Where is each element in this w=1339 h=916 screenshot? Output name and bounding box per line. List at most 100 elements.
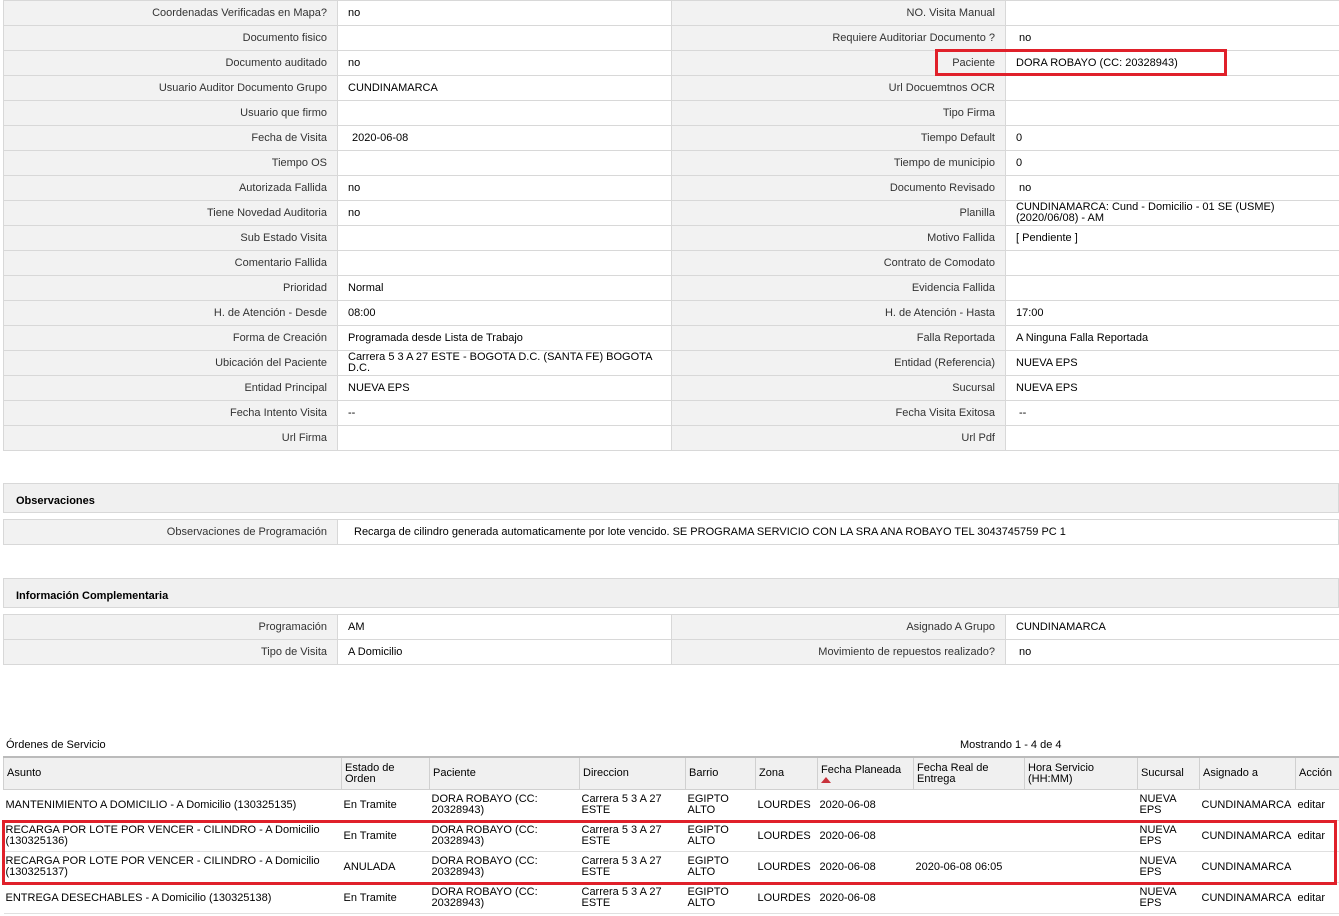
field-value-ubicacion-del-paciente: Carrera 5 3 A 27 ESTE - BOGOTA D.C. (SAN…: [337, 350, 672, 376]
field-value-url-pdf: [1005, 425, 1339, 451]
cell-barrio: EGIPTO ALTO: [685, 882, 756, 914]
column-header-paciente[interactable]: Paciente: [429, 756, 580, 790]
cell-fecha-real-de-entrega: [913, 820, 1025, 852]
column-header-sucursal[interactable]: Sucursal: [1137, 756, 1200, 790]
detail-row: Documento fisico Requiere Auditoriar Docu…: [3, 25, 1339, 51]
column-header-estado-de-orden[interactable]: Estado de Orden: [341, 756, 430, 790]
cell-fecha-planeada: 2020-06-08: [817, 820, 914, 852]
column-header-asignado-a[interactable]: Asignado a: [1199, 756, 1296, 790]
field-label-usuario-que-firmo: Usuario que firmo: [3, 100, 338, 126]
field-value-sucursal: NUEVA EPS: [1005, 375, 1339, 401]
field-value-asignado-a-grupo: CUNDINAMARCA: [1005, 614, 1339, 640]
field-label-evidencia-fallida: Evidencia Fallida: [671, 275, 1006, 301]
field-value-tiempo-de-municipio: 0: [1005, 150, 1339, 176]
cell-hora-servicio-hh-mm: [1024, 851, 1138, 883]
field-label-h-de-atencion-hasta: H. de Atención - Hasta: [671, 300, 1006, 326]
cell-direccion: Carrera 5 3 A 27 ESTE: [579, 851, 686, 883]
edit-order-link[interactable]: editar: [1298, 830, 1326, 842]
cell-zona: LOURDES: [755, 851, 818, 883]
column-header-fecha-real-de-entrega[interactable]: Fecha Real de Entrega: [913, 756, 1025, 790]
cell-accion[interactable]: editar: [1295, 789, 1339, 821]
detail-row: Fecha Intento Visita -- Fecha Visita Exito…: [3, 400, 1339, 426]
orders-table: Asunto Estado de Orden Paciente Direccion Ba…: [3, 756, 1339, 914]
cell-asunto: MANTENIMIENTO A DOMICILIO - A Domicilio …: [3, 789, 342, 821]
visit-details-table: Coordenadas Verificadas en Mapa? no NO. Vi…: [3, 0, 1339, 451]
column-header-label: Asunto: [7, 767, 42, 779]
detail-row: Documento auditado no Paciente DORA ROBAYO …: [3, 50, 1339, 76]
field-value-autorizada-fallida: no: [337, 175, 672, 201]
observaciones-label: Observaciones de Programación: [3, 519, 338, 545]
field-label-forma-de-creacion: Forma de Creación: [3, 325, 338, 351]
cell-direccion: Carrera 5 3 A 27 ESTE: [579, 882, 686, 914]
table-row: RECARGA POR LOTE POR VENCER - CILINDRO -…: [3, 851, 1339, 883]
field-label-documento-revisado: Documento Revisado: [671, 175, 1006, 201]
field-value-h-de-atencion-hasta: 17:00: [1005, 300, 1339, 326]
column-header-label: Fecha Real de Entrega: [917, 761, 989, 785]
observaciones-title: Observaciones: [3, 483, 1339, 513]
field-label-tiempo-default: Tiempo Default: [671, 125, 1006, 151]
cell-fecha-real-de-entrega: [913, 789, 1025, 821]
field-value-url-docuemtnos-ocr: [1005, 75, 1339, 101]
cell-estado-de-orden: En Tramite: [341, 789, 430, 821]
field-value-prioridad: Normal: [337, 275, 672, 301]
field-label-comentario-fallida: Comentario Fallida: [3, 250, 338, 276]
field-value-coordenadas-verificadas-en-mapa: no: [337, 0, 672, 26]
cell-estado-de-orden: ANULADA: [341, 851, 430, 883]
cell-hora-servicio-hh-mm: [1024, 882, 1138, 914]
field-label-tiempo-de-municipio: Tiempo de municipio: [671, 150, 1006, 176]
column-header-label: Estado de Orden: [345, 761, 395, 785]
field-value-url-firma: [337, 425, 672, 451]
detail-row: Forma de Creación Programada desde Lista …: [3, 325, 1339, 351]
cell-paciente: DORA ROBAYO (CC: 20328943): [429, 851, 580, 883]
field-label-motivo-fallida: Motivo Fallida: [671, 225, 1006, 251]
cell-asignado-a: CUNDINAMARCA: [1199, 789, 1296, 821]
edit-order-link[interactable]: editar: [1298, 799, 1326, 811]
field-value-sub-estado-visita: [337, 225, 672, 251]
cell-zona: LOURDES: [755, 882, 818, 914]
field-value-h-de-atencion-desde: 08:00: [337, 300, 672, 326]
detail-row: Tiempo OS Tiempo de municipio 0: [3, 150, 1339, 176]
cell-accion[interactable]: editar: [1295, 820, 1339, 852]
cell-barrio: EGIPTO ALTO: [685, 820, 756, 852]
field-label-tiene-novedad-auditoria: Tiene Novedad Auditoria: [3, 200, 338, 226]
field-value-programacion: AM: [337, 614, 672, 640]
column-header-label: Sucursal: [1141, 767, 1184, 779]
field-value-falla-reportada: A Ninguna Falla Reportada: [1005, 325, 1339, 351]
field-value-evidencia-fallida: [1005, 275, 1339, 301]
cell-paciente: DORA ROBAYO (CC: 20328943): [429, 789, 580, 821]
cell-sucursal: NUEVA EPS: [1137, 820, 1200, 852]
field-value-planilla: CUNDINAMARCA: Cund - Domicilio - 01 SE (…: [1005, 200, 1339, 226]
cell-asignado-a: CUNDINAMARCA: [1199, 882, 1296, 914]
complementaria-section: Información Complementaria Programación A…: [3, 578, 1339, 665]
column-header-accion[interactable]: Acción: [1295, 756, 1339, 790]
cell-asunto: RECARGA POR LOTE POR VENCER - CILINDRO -…: [3, 851, 342, 883]
column-header-direccion[interactable]: Direccion: [579, 756, 686, 790]
field-value-contrato-de-comodato: [1005, 250, 1339, 276]
cell-fecha-real-de-entrega: [913, 882, 1025, 914]
sort-ascending-icon[interactable]: [821, 776, 831, 783]
complementaria-row: Programación AM Asignado A Grupo CUNDINAMAR…: [3, 614, 1339, 640]
field-label-requiere-auditoriar-documento: Requiere Auditoriar Documento ?: [671, 25, 1006, 51]
cell-asignado-a: CUNDINAMARCA: [1199, 820, 1296, 852]
cell-paciente: DORA ROBAYO (CC: 20328943): [429, 820, 580, 852]
edit-order-link[interactable]: editar: [1298, 892, 1326, 904]
column-header-label: Hora Servicio (HH:MM): [1028, 761, 1095, 785]
cell-accion[interactable]: editar: [1295, 882, 1339, 914]
column-header-fecha-planeada[interactable]: Fecha Planeada: [817, 756, 914, 790]
cell-asignado-a: CUNDINAMARCA: [1199, 851, 1296, 883]
column-header-hora-servicio-hh-mm[interactable]: Hora Servicio (HH:MM): [1024, 756, 1138, 790]
field-value-no-visita-manual: [1005, 0, 1339, 26]
table-row: MANTENIMIENTO A DOMICILIO - A Domicilio …: [3, 789, 1339, 821]
cell-estado-de-orden: En Tramite: [341, 882, 430, 914]
field-value-tiempo-os: [337, 150, 672, 176]
column-header-barrio[interactable]: Barrio: [685, 756, 756, 790]
field-value-tipo-de-visita: A Domicilio: [337, 639, 672, 665]
field-label-ubicacion-del-paciente: Ubicación del Paciente: [3, 350, 338, 376]
cell-fecha-planeada: 2020-06-08: [817, 851, 914, 883]
column-header-zona[interactable]: Zona: [755, 756, 818, 790]
field-value-entidad-principal: NUEVA EPS: [337, 375, 672, 401]
cell-hora-servicio-hh-mm: [1024, 789, 1138, 821]
cell-direccion: Carrera 5 3 A 27 ESTE: [579, 789, 686, 821]
column-header-asunto[interactable]: Asunto: [3, 756, 342, 790]
cell-sucursal: NUEVA EPS: [1137, 851, 1200, 883]
